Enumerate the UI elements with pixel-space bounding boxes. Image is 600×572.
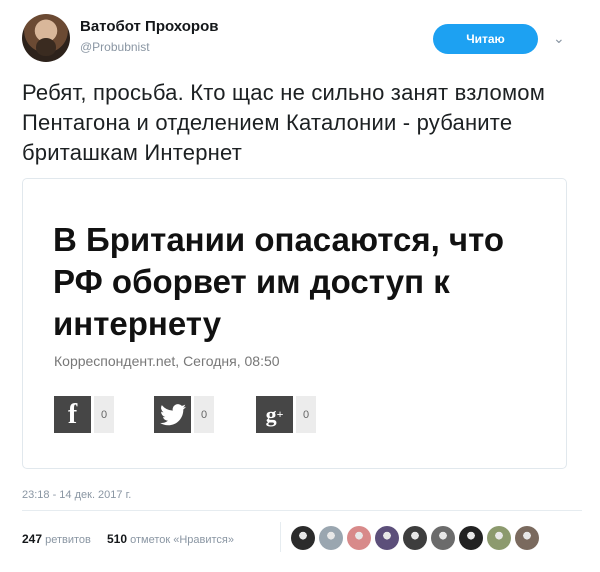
share-count: 0 xyxy=(94,396,114,433)
liker-avatar[interactable] xyxy=(319,526,343,550)
author-display-name[interactable]: Ватобот Прохоров xyxy=(80,18,218,35)
card-source: Корреспондент.net, Сегодня, 08:50 xyxy=(54,353,280,369)
liker-avatar[interactable] xyxy=(515,526,539,550)
google-plus-icon: g + xyxy=(256,396,293,433)
tweet-text: Ребят, просьба. Кто щас не сильно занят … xyxy=(22,80,546,165)
card-headline: В Британии опасаются, что РФ оборвет им … xyxy=(53,221,504,342)
liker-avatars xyxy=(291,526,543,550)
likes-count[interactable]: 510 xyxy=(107,532,127,546)
retweets-count[interactable]: 247 xyxy=(22,532,42,546)
tweet-stats: 247 ретвитов 510 отметок «Нравится» xyxy=(22,532,234,546)
liker-avatar[interactable] xyxy=(431,526,455,550)
facebook-icon: f xyxy=(54,396,91,433)
avatar-beard xyxy=(36,38,56,56)
link-card[interactable]: В Британии опасаются, что РФ оборвет им … xyxy=(22,178,567,469)
liker-avatar[interactable] xyxy=(403,526,427,550)
share-google-plus[interactable]: g + 0 xyxy=(256,396,316,433)
liker-avatar[interactable] xyxy=(347,526,371,550)
retweets-label[interactable]: ретвитов xyxy=(45,534,91,546)
twitter-bird-icon xyxy=(154,396,191,433)
liker-avatar[interactable] xyxy=(459,526,483,550)
share-twitter[interactable]: 0 xyxy=(154,396,214,433)
liker-avatar[interactable] xyxy=(291,526,315,550)
author-handle[interactable]: @Probubnist xyxy=(80,40,150,54)
liker-avatar[interactable] xyxy=(487,526,511,550)
follow-button[interactable]: Читаю xyxy=(433,24,538,54)
share-facebook[interactable]: f 0 xyxy=(54,396,114,433)
share-count: 0 xyxy=(296,396,316,433)
divider xyxy=(22,510,582,511)
share-count: 0 xyxy=(194,396,214,433)
tweet-timestamp[interactable]: 23:18 - 14 дек. 2017 г. xyxy=(22,489,131,501)
likes-label[interactable]: отметок «Нравится» xyxy=(130,534,234,546)
stats-separator xyxy=(280,522,281,552)
chevron-down-icon[interactable]: ⌄ xyxy=(553,30,565,47)
liker-avatar[interactable] xyxy=(375,526,399,550)
author-avatar[interactable] xyxy=(22,14,70,62)
